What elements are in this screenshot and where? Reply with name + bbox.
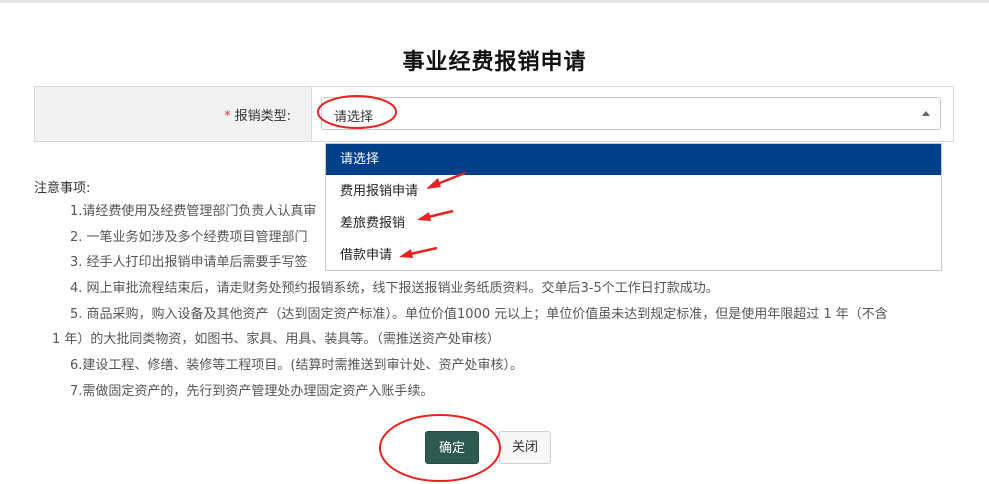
option-loan-application[interactable]: 借款申请 — [326, 240, 941, 271]
option-travel-reimbursement[interactable]: 差旅费报销 — [326, 208, 941, 239]
note-item: 3. 经手人打印出报销申请单后需要手写签 — [70, 255, 308, 270]
reimbursement-type-dropdown: 请选择 费用报销申请 差旅费报销 借款申请 — [325, 143, 942, 271]
note-item: 7.需做固定资产的，先行到资产管理处办理固定资产入账手续。 — [70, 384, 434, 399]
note-item: 5. 商品采购，购入设备及其他资产（达到固定资产标准）。单位价值1000 元以上… — [70, 307, 888, 322]
reimbursement-type-select[interactable]: 请选择 — [321, 97, 941, 130]
confirm-button[interactable]: 确定 — [425, 431, 479, 464]
note-item: 1.请经费使用及经费管理部门负责人认真审 — [70, 204, 317, 219]
reimbursement-type-label: * 报销类型: — [224, 105, 291, 124]
note-item-continued: 1 年）的大批同类物资，如图书、家具、用具、装具等。（需推送资产处审核） — [52, 332, 500, 347]
note-item: 6.建设工程、修缮、装修等工程项目。(结算时需推送到审计处、资产处审核）。 — [70, 358, 523, 373]
note-item: 4. 网上审批流程结束后，请走财务处预约报销系统，线下报送报销业务纸质资料。交单… — [70, 281, 719, 296]
option-please-select[interactable]: 请选择 — [326, 144, 941, 175]
caret-up-icon — [922, 111, 930, 116]
label-cell: * 报销类型: — [35, 87, 312, 141]
label-text: 报销类型: — [234, 109, 291, 124]
page-title: 事业经费报销申请 — [402, 50, 587, 75]
note-item: 2. 一笔业务如涉及多个经费项目管理部门 — [70, 230, 308, 245]
reimbursement-type-row: * 报销类型: 请选择 — [34, 86, 954, 142]
option-expense-reimbursement[interactable]: 费用报销申请 — [326, 176, 941, 207]
select-value: 请选择 — [334, 110, 374, 125]
top-divider — [0, 0, 989, 3]
notes-title: 注意事项: — [34, 181, 91, 196]
required-mark: * — [224, 109, 231, 124]
close-button[interactable]: 关闭 — [499, 431, 551, 464]
